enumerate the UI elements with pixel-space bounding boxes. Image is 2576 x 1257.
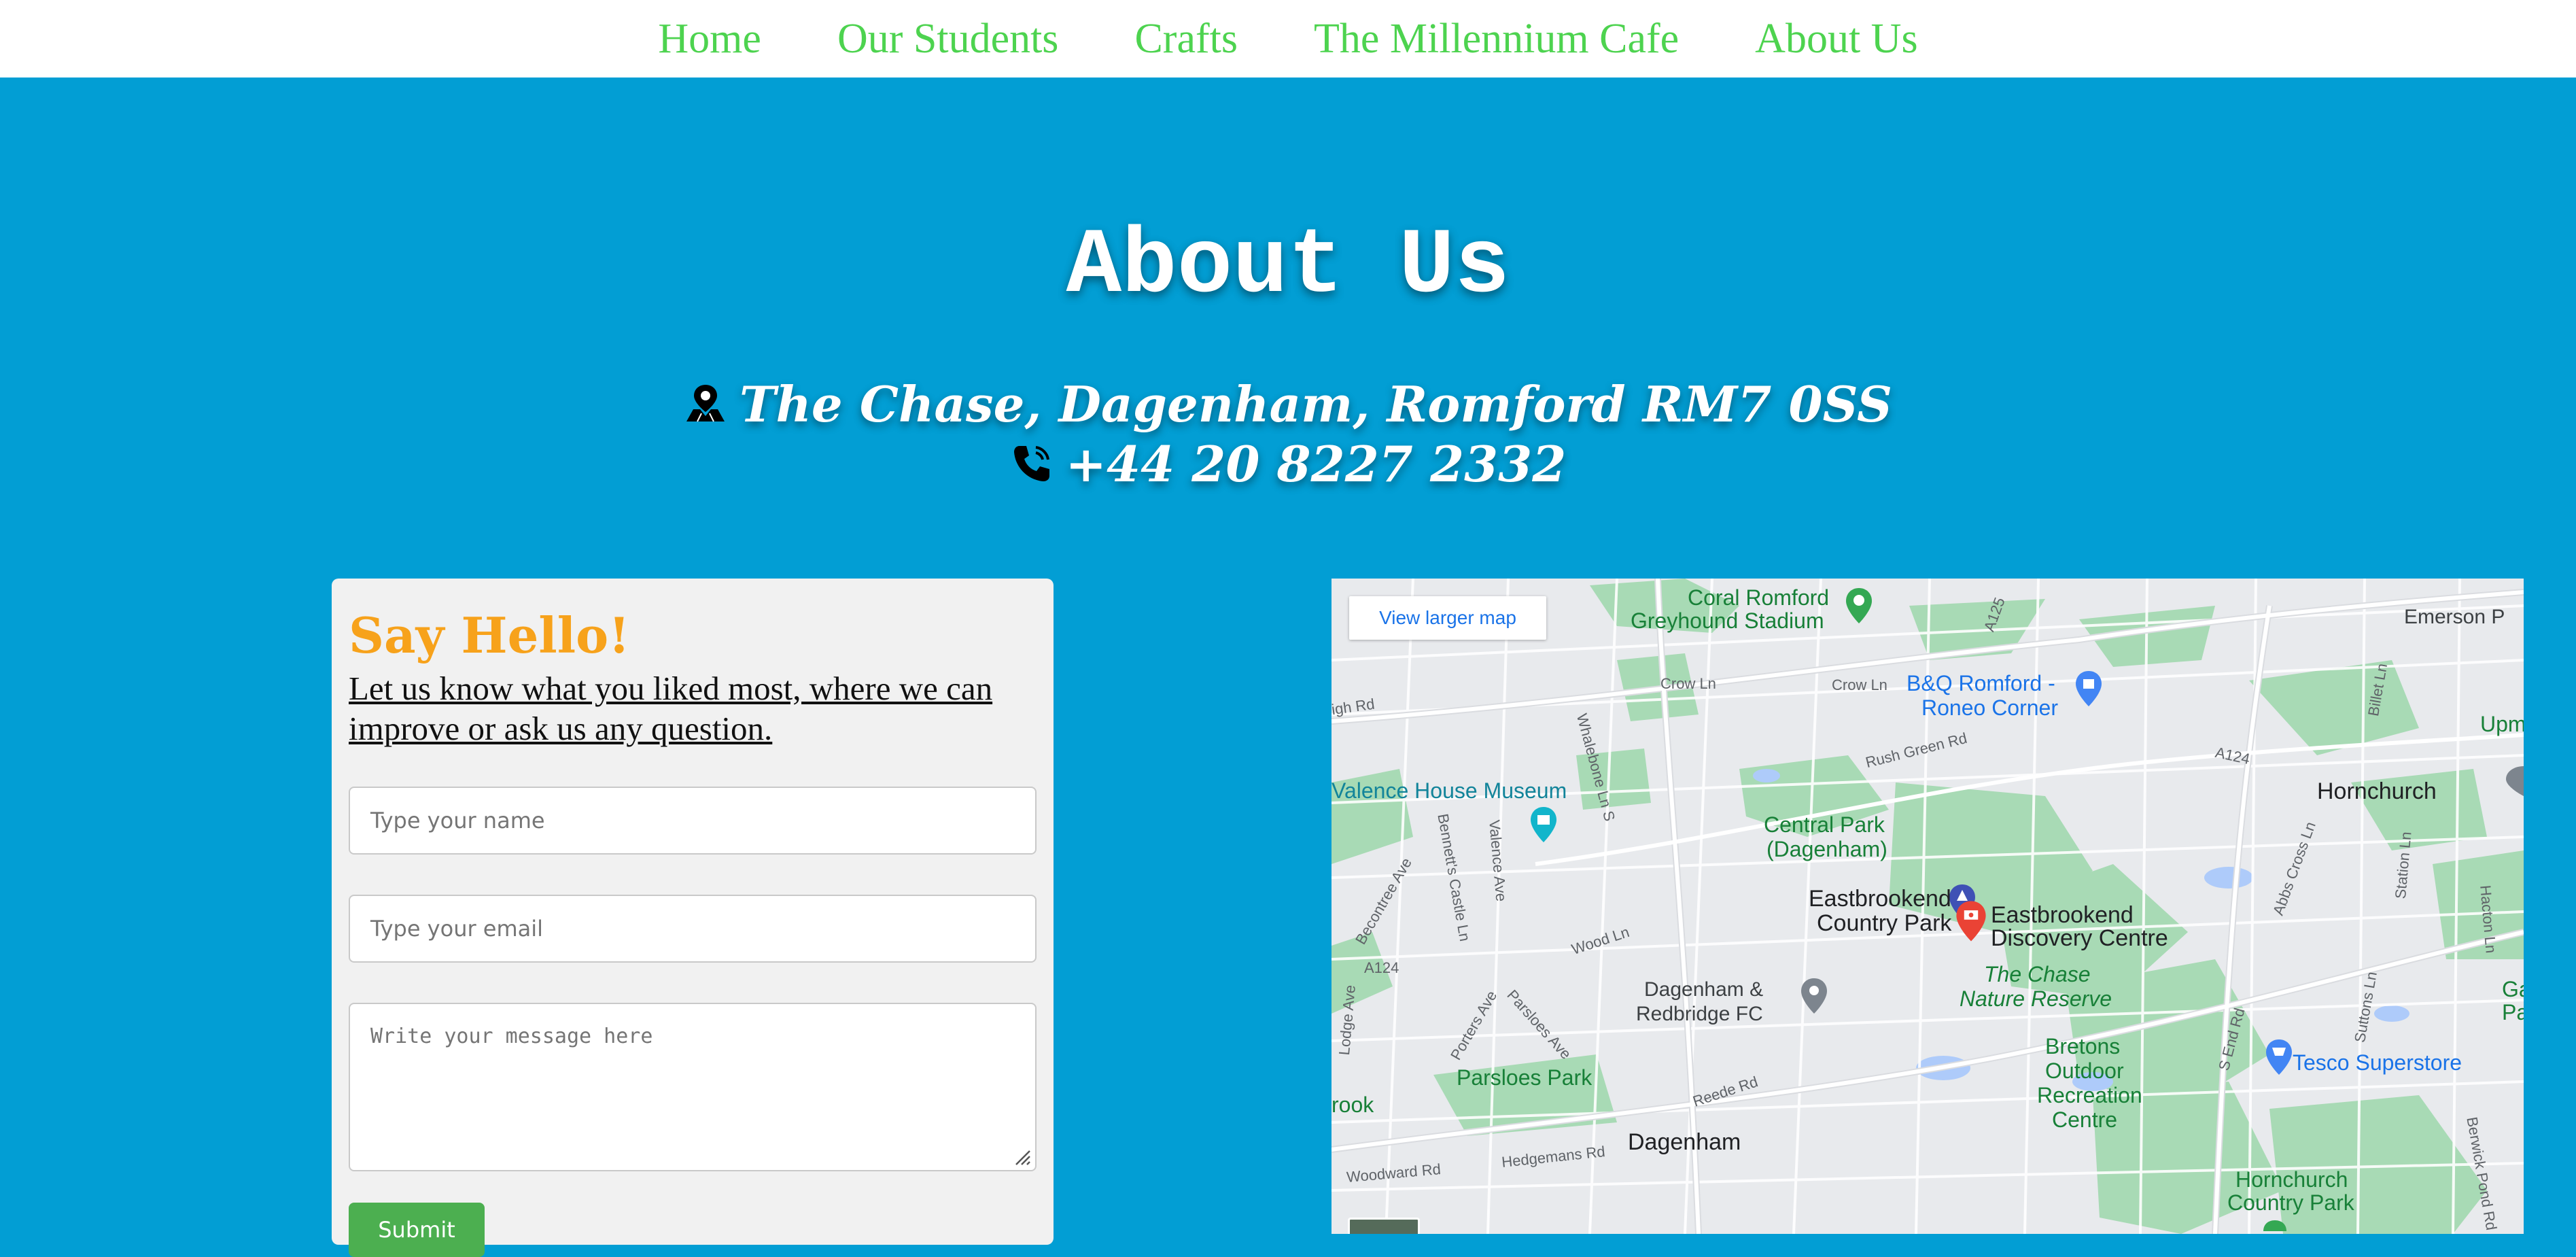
page-title: About Us (1066, 214, 1510, 319)
shopping-pin-icon[interactable] (2074, 670, 2104, 708)
map-label: Country Park (1817, 910, 1952, 936)
map-label: Hornchurch (2317, 778, 2437, 804)
form-subheading: Let us know what you liked most, where w… (349, 670, 993, 747)
map-label: Hornchurch (2235, 1167, 2348, 1192)
map-label: Recreation (2037, 1083, 2142, 1107)
map-label: Upmins (2480, 712, 2524, 736)
map-label: rook (1331, 1092, 1374, 1117)
map-label: Parsloes Park (1457, 1065, 1592, 1090)
satellite-toggle-thumbnail[interactable] (1348, 1218, 1420, 1234)
message-placeholder: Write your message here (370, 1024, 653, 1048)
map-label: Country Park (2227, 1190, 2354, 1215)
map-label: Redbridge FC (1636, 1003, 1763, 1025)
map-label: Greyhound Stadium (1631, 608, 1824, 633)
map-label: Emerson P (2404, 606, 2505, 628)
map-label: Valence House Museum (1331, 778, 1567, 803)
map-label: (Dagenham) (1766, 837, 1887, 861)
phone-icon (1013, 446, 1049, 481)
map-label: Dagenham & (1644, 978, 1764, 1001)
map-label: Central Park (1764, 812, 1885, 837)
map-label: Dagenham (1628, 1129, 1741, 1155)
tesco-pin-icon[interactable] (2264, 1038, 2294, 1076)
phone-line: +44 20 8227 2332 (0, 432, 2576, 495)
resize-handle-icon[interactable] (1011, 1146, 1031, 1166)
nav-our-students[interactable]: Our Students (837, 15, 1059, 63)
discovery-centre-pin-icon[interactable] (1954, 899, 1988, 943)
map-label: Bretons (2045, 1034, 2121, 1058)
contact-form: Say Hello! Let us know what you liked mo… (332, 579, 1054, 1257)
football-club-pin-icon[interactable] (1799, 977, 1829, 1015)
map-label: Centre (2052, 1107, 2118, 1132)
map-label: Outdoor (2045, 1058, 2124, 1083)
map-label: Crow Ln (1660, 675, 1716, 692)
map-label: A124 (1364, 959, 1399, 976)
edge-pin-icon[interactable] (2503, 765, 2524, 797)
museum-pin-icon[interactable] (1529, 806, 1559, 844)
map-label: Parkv (2502, 1000, 2524, 1024)
stadium-pin-icon[interactable] (1844, 587, 1874, 625)
email-input[interactable]: Type your email (349, 895, 1037, 963)
map-label: The Chase (1984, 962, 2091, 986)
message-textarea[interactable]: Write your message here (349, 1003, 1037, 1171)
nav-home[interactable]: Home (658, 15, 761, 63)
nav-crafts[interactable]: Crafts (1134, 15, 1238, 63)
map-label: Crow Ln (1832, 676, 1887, 693)
nav-about-us[interactable]: About Us (1755, 15, 1917, 63)
map-label: Roneo Corner (1921, 695, 2058, 720)
form-heading: Say Hello! (349, 606, 630, 664)
map-label: Eastbrookend (1809, 886, 1951, 912)
embedded-map[interactable]: View larger map Coral Romford Greyhound … (1331, 579, 2524, 1234)
map-label: Coral Romford (1688, 585, 1830, 610)
nav-millennium-cafe[interactable]: The Millennium Cafe (1314, 15, 1679, 63)
top-navigation: Home Our Students Crafts The Millennium … (0, 0, 2576, 78)
location-map-icon (686, 385, 725, 422)
phone-text: +44 20 8227 2332 (1065, 434, 1567, 493)
view-larger-map-link[interactable]: View larger map (1349, 596, 1546, 640)
name-input[interactable]: Type your name (349, 787, 1037, 855)
map-label: Gayn (2502, 977, 2524, 1001)
address-line: The Chase, Dagenham, Romford RM7 0SS (0, 373, 2576, 435)
map-label: Discovery Centre (1991, 925, 2168, 951)
address-text: The Chase, Dagenham, Romford RM7 0SS (739, 375, 1893, 433)
submit-button[interactable]: Submit (349, 1203, 485, 1257)
hornchurch-park-pin-icon[interactable] (2261, 1220, 2288, 1234)
map-label: B&Q Romford - (1907, 671, 2055, 695)
map-label: Tesco Superstore (2293, 1050, 2462, 1075)
map-label: Nature Reserve (1960, 986, 2112, 1011)
